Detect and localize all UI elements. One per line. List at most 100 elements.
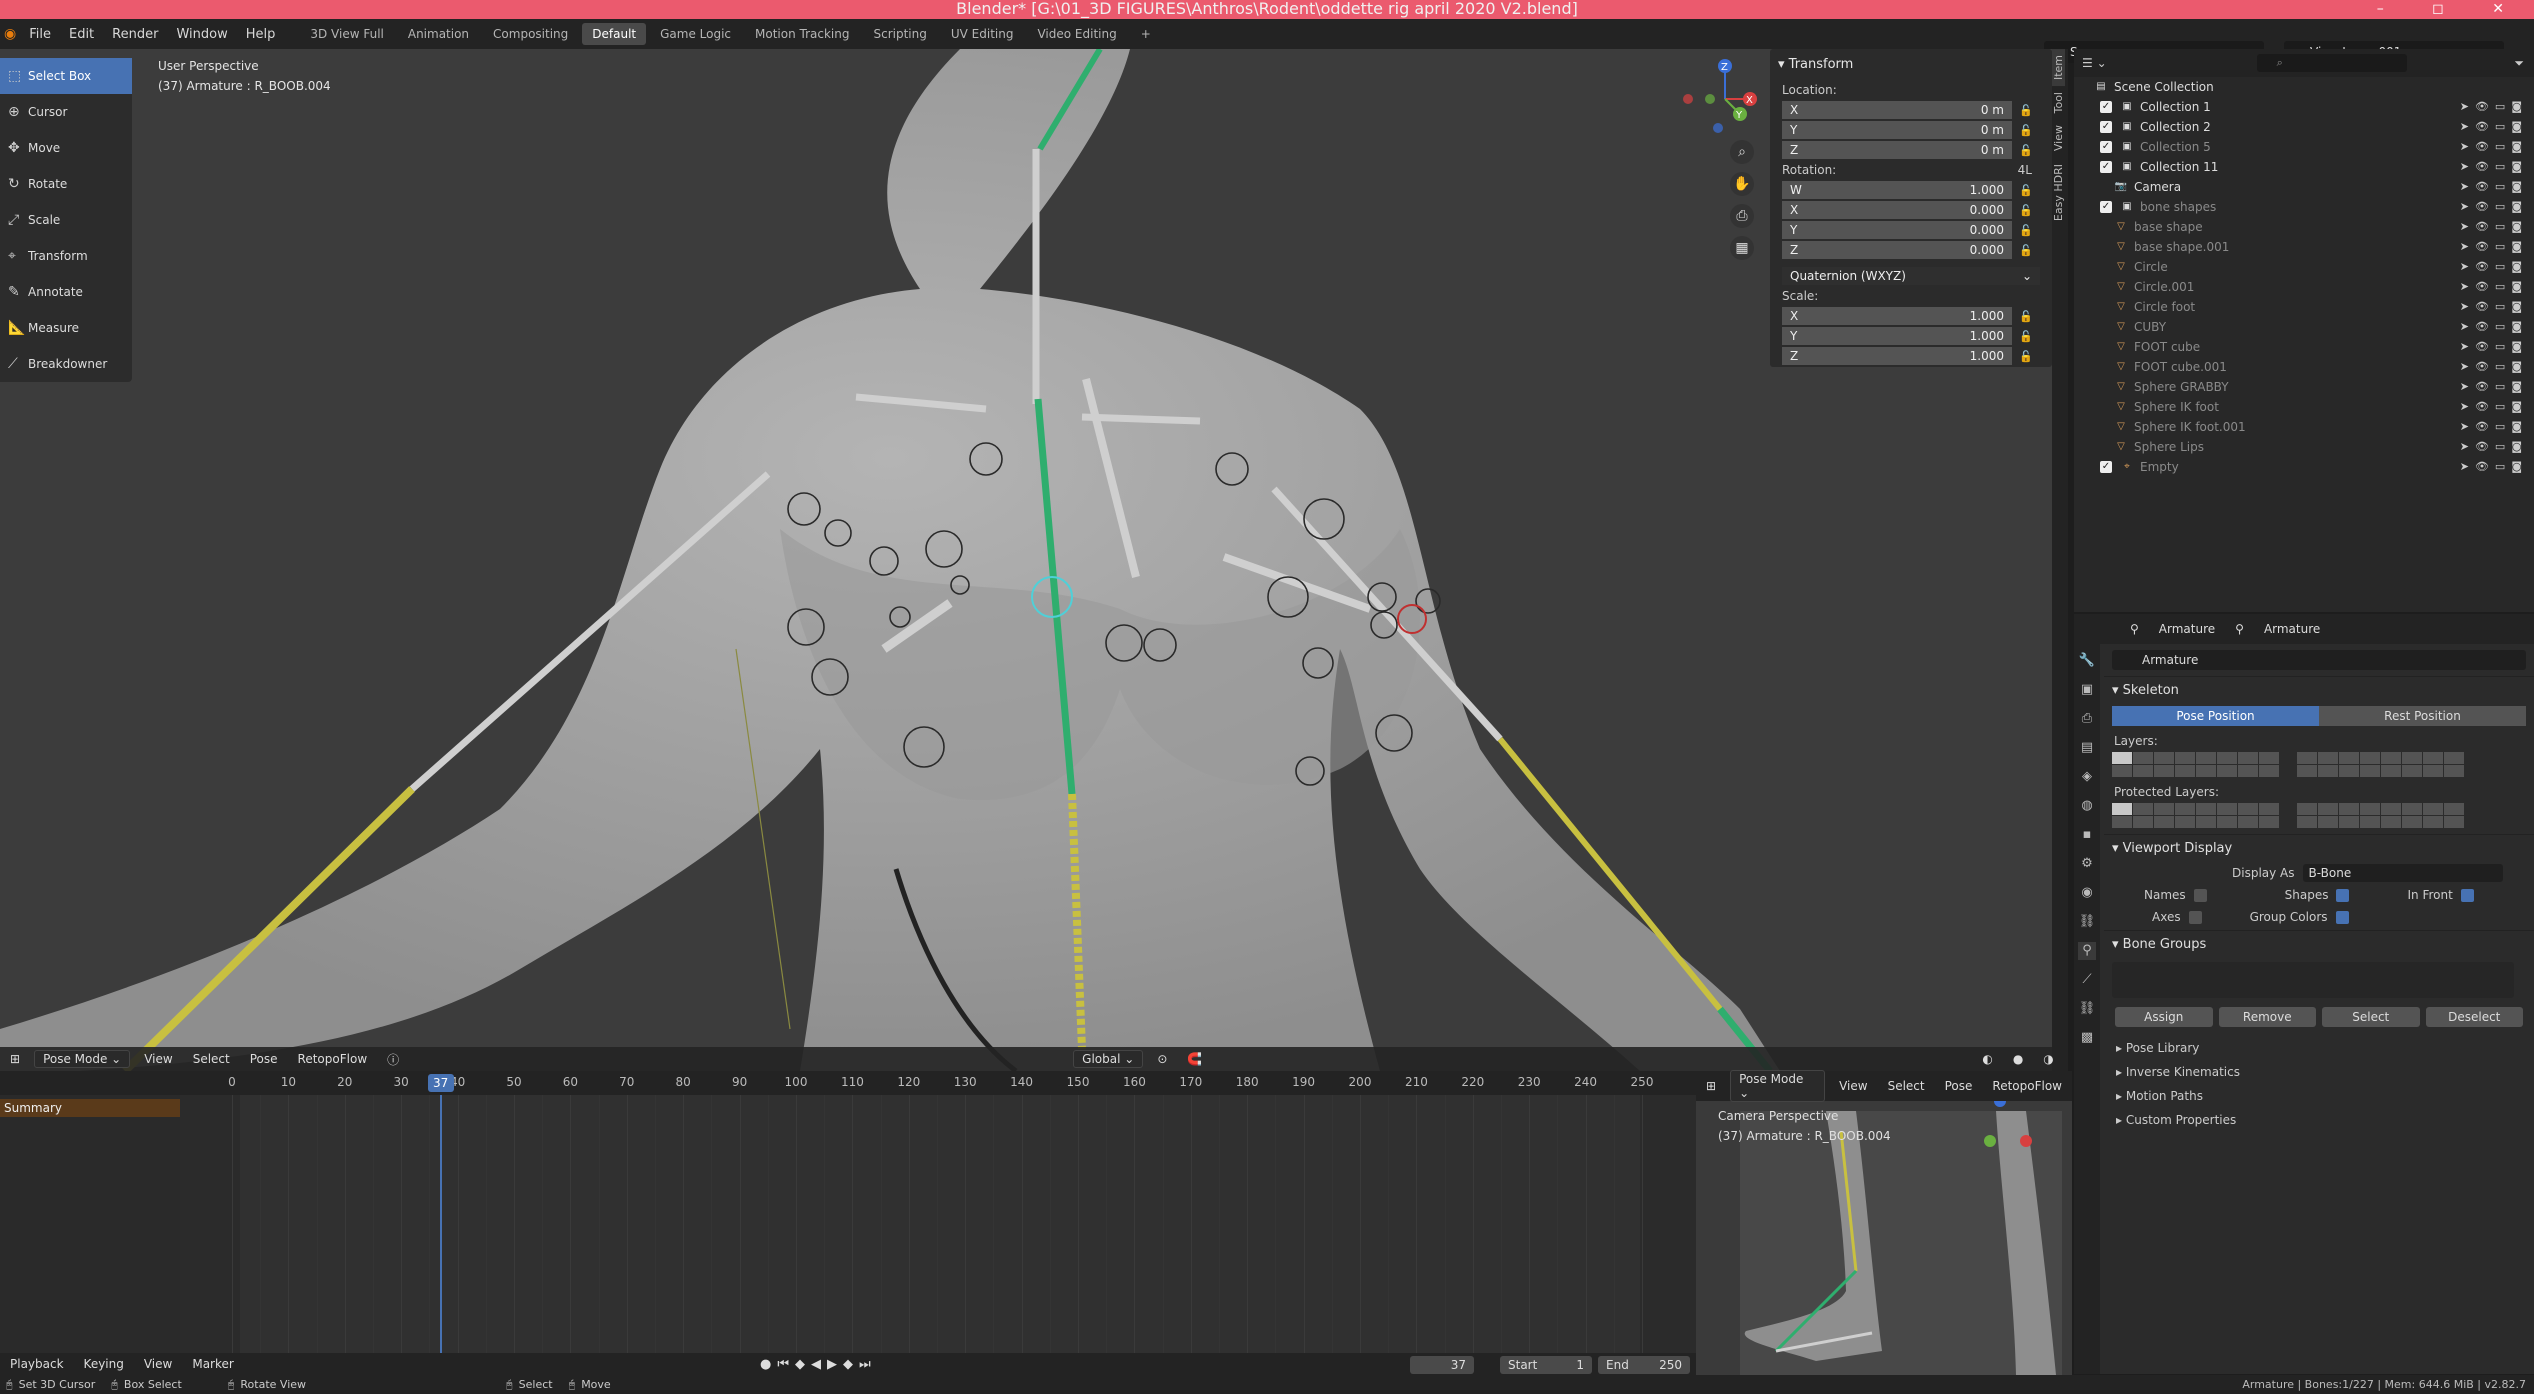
menu-file[interactable]: File [20,27,60,42]
lock-icon[interactable]: 🔓 [2012,224,2040,237]
layer-cell[interactable] [2259,803,2279,815]
viewport-menu-retopoflow[interactable]: RetopoFlow [288,1052,378,1066]
navigation-gizmo[interactable]: Z X Y [1680,54,1770,144]
outliner-item[interactable]: 📷 Camera ➤👁▭◙ [2074,177,2534,197]
layer-cell[interactable] [2297,765,2317,777]
assign-button[interactable]: Assign [2115,1007,2213,1027]
breadcrumb-data[interactable]: Armature [2264,622,2320,636]
layer-cell[interactable] [2444,752,2464,764]
window-controls[interactable]: – ◻ ✕ [2377,0,2526,18]
select-button[interactable]: Select [2322,1007,2420,1027]
workspace-tab-video-editing[interactable]: Video Editing [1027,23,1126,45]
armature-data-name-field[interactable]: Armature [2112,650,2526,670]
tool-rotate[interactable]: ↻ Rotate [0,166,132,202]
timeline-ruler[interactable]: 0 10 20 30 40 50 60 70 80 90 100 110 120 130 140 150 160… [0,1071,1696,1095]
workspace-tab-default[interactable]: Default [582,23,647,45]
outliner-item[interactable]: ▽ CUBY ➤👁▭◙ [2074,317,2534,337]
layer-cell[interactable] [2217,752,2237,764]
layer-cell[interactable] [2175,816,2195,828]
filter-icon[interactable]: ⏷ [2514,56,2534,71]
layer-cell[interactable] [2196,752,2216,764]
start-frame-field[interactable]: Start 1 [1500,1356,1592,1374]
layer-cell[interactable] [2360,803,2380,815]
overlays-icon[interactable]: ◐ [1972,1052,2002,1066]
tool-measure[interactable]: 📐 Measure [0,310,132,346]
layer-cell[interactable] [2318,765,2338,777]
layer-cell[interactable] [2238,752,2258,764]
transform-panel-title[interactable]: ▾ Transform [1770,49,2052,80]
deselect-button[interactable]: Deselect [2425,1007,2523,1027]
outliner-item[interactable]: ▽ base shape ➤👁▭◙ [2074,217,2534,237]
visibility-eye-icon[interactable]: ➤👁▭◙ [2460,280,2528,293]
layer-cell[interactable] [2402,752,2422,764]
sidebar-tab-item[interactable]: Item [2052,49,2065,87]
layer-cell[interactable] [2196,765,2216,777]
menu-window[interactable]: Window [167,27,236,42]
layer-cell[interactable] [2196,816,2216,828]
tool-scale[interactable]: ⤢ Scale [0,202,132,238]
outliner-item[interactable]: ✓ ⌖ Empty ➤👁▭◙ [2074,457,2534,477]
layer-cell[interactable] [2217,816,2237,828]
exclude-checkbox[interactable]: ✓ [2100,141,2112,153]
ortho-grid-icon[interactable]: ▦ [1730,236,1754,260]
viewport-menu-select[interactable]: Select [183,1052,240,1066]
menu-edit[interactable]: Edit [60,27,103,42]
tool-cursor[interactable]: ⊕ Cursor [0,94,132,130]
shapes-checkbox[interactable] [2336,888,2350,902]
layer-cell[interactable] [2360,816,2380,828]
layer-cell[interactable] [2360,752,2380,764]
world-tab-icon[interactable]: ◍ [2078,797,2096,815]
location-x-field[interactable]: X 0 m [1782,101,2012,119]
outliner-item[interactable]: ✓ ▣ Collection 5 ➤👁▭◙ [2074,137,2534,157]
sidebar-tab-easy-hdri[interactable]: Easy HDRI [2052,158,2065,227]
bone-constraint-tab-icon[interactable]: ⛓ [2078,1000,2096,1018]
modifier-tab-icon[interactable]: ⚙ [2078,855,2096,873]
names-checkbox[interactable] [2193,888,2207,902]
pivot-icon[interactable]: ⊙ [1147,1052,1177,1066]
layer-cell[interactable] [2154,765,2174,777]
layer-cell[interactable] [2297,803,2317,815]
layer-cell[interactable] [2112,803,2132,815]
rotation-mode-dropdown[interactable]: Quaternion (WXYZ) ⌄ [1782,267,2040,285]
camera-view-icon[interactable]: ⎙ [1730,204,1754,228]
layer-cell[interactable] [2154,803,2174,815]
layer-cell[interactable] [2297,816,2317,828]
play-reverse-icon[interactable]: ◀ [811,1357,821,1372]
layer-cell[interactable] [2339,816,2359,828]
current-frame-indicator[interactable]: 37 [427,1074,454,1092]
rotation-z-field[interactable]: Z 0.000 [1782,241,2012,259]
layer-cell[interactable] [2175,752,2195,764]
next-keyframe-icon[interactable]: ◆ [843,1357,853,1372]
visibility-eye-icon[interactable]: ➤👁▭◙ [2460,380,2528,393]
physics-tab-icon[interactable]: ◉ [2078,884,2096,902]
current-frame-field[interactable]: 37 [1410,1356,1474,1374]
exclude-checkbox[interactable]: ✓ [2100,121,2112,133]
visibility-eye-icon[interactable]: ➤👁▭◙ [2460,140,2528,153]
rotation-lock-tag[interactable]: 4L [2018,163,2032,177]
lock-icon[interactable]: 🔓 [2012,350,2040,363]
object-tab-icon[interactable]: ▪ [2078,826,2096,844]
visibility-eye-icon[interactable]: ➤👁▭◙ [2460,240,2528,253]
layer-cell[interactable] [2339,803,2359,815]
layer-cell[interactable] [2217,803,2237,815]
visibility-eye-icon[interactable]: ➤👁▭◙ [2460,340,2528,353]
visibility-eye-icon[interactable]: ➤👁▭◙ [2460,400,2528,413]
layer-cell[interactable] [2423,816,2443,828]
visibility-eye-icon[interactable]: ➤👁▭◙ [2460,360,2528,373]
exclude-checkbox[interactable]: ✓ [2100,101,2112,113]
protected-grid-left[interactable] [2112,803,2279,828]
shading-solid-icon[interactable]: ● [2003,1052,2033,1066]
lock-icon[interactable]: 🔓 [2012,330,2040,343]
outliner-item[interactable]: ▽ Circle ➤👁▭◙ [2074,257,2534,277]
snap-icon[interactable]: 🧲 [1177,1052,1212,1066]
lock-icon[interactable]: 🔓 [2012,310,2040,323]
editor-type-icon[interactable]: ☰ ⌄ [2082,56,2107,70]
workspace-tab-animation[interactable]: Animation [398,23,479,45]
blender-logo-icon[interactable]: ◉ [0,26,20,42]
workspace-tab-motion-tracking[interactable]: Motion Tracking [745,23,859,45]
outliner-item[interactable]: ▽ base shape.001 ➤👁▭◙ [2074,237,2534,257]
exclude-checkbox[interactable]: ✓ [2100,201,2112,213]
layer-cell[interactable] [2133,752,2153,764]
layer-cell[interactable] [2423,803,2443,815]
visibility-eye-icon[interactable]: ➤👁▭◙ [2460,320,2528,333]
